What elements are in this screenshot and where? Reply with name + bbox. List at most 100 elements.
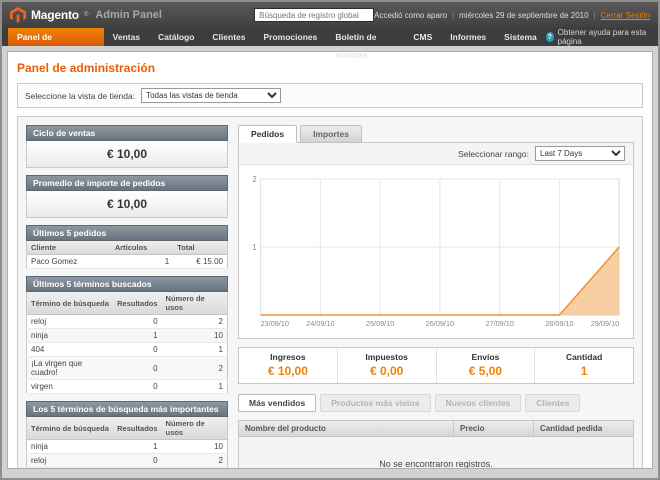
logout-link[interactable]: Cerrar Sesión (601, 11, 650, 20)
stat-label: Impuestos (338, 352, 436, 362)
content-panel: Panel de administración Seleccione la vi… (7, 51, 653, 469)
col-uses: Número de usos (162, 417, 228, 440)
nav-item-promociones[interactable]: Promociones (255, 28, 327, 46)
svg-text:1: 1 (252, 243, 256, 252)
lifetime-sales-panel: Ciclo de ventas € 10,00 (26, 125, 228, 168)
logged-in-as: Accedió como aparo (374, 11, 447, 20)
nav-item-dashboard[interactable]: Panel de administración (8, 28, 104, 46)
search-term: reloj (27, 454, 114, 468)
stat-value: € 0,00 (338, 364, 436, 378)
search-results: 0 (113, 315, 161, 329)
magento-logo: Magento® Admin Panel (10, 7, 254, 23)
store-view-label: Seleccione la vista de tienda: (25, 91, 135, 101)
admin-window: Magento® Admin Panel Accedió como aparo … (0, 0, 660, 480)
lifetime-sales-title: Ciclo de ventas (26, 125, 228, 141)
table-row[interactable]: ninja 1 10 (27, 329, 228, 343)
tab-importes[interactable]: Importes (300, 125, 362, 143)
search-results: 0 (113, 357, 161, 380)
col-articulos: Artículos (111, 241, 173, 255)
header-user-info: Accedió como aparo | miércoles 29 de sep… (374, 11, 650, 20)
nav-item-clientes[interactable]: Clientes (203, 28, 254, 46)
stat-label: Envíos (437, 352, 535, 362)
search-uses: 1 (162, 380, 228, 394)
table-row[interactable]: 404 0 1 (27, 343, 228, 357)
help-icon: ? (546, 32, 554, 42)
nav-item-boletin[interactable]: Boletín de noticias (326, 28, 404, 46)
last-orders-panel: Últimos 5 pedidos Cliente Artículos Tota… (26, 225, 228, 269)
tab-productos-mas-vistos[interactable]: Productos más vistos (320, 394, 430, 412)
tab-mas-vendidos[interactable]: Más vendidos (238, 394, 316, 412)
table-row[interactable]: reloj 0 2 (27, 315, 228, 329)
nav-item-sistema[interactable]: Sistema (495, 28, 546, 46)
col-total: Total (173, 241, 227, 255)
svg-text:2: 2 (252, 175, 256, 184)
col-results: Resultados (113, 417, 161, 440)
last-search-terms-table: Término de búsqueda Resultados Número de… (26, 292, 228, 394)
stat-label: Ingresos (239, 352, 337, 362)
svg-text:29/09/10: 29/09/10 (591, 319, 619, 328)
table-row[interactable]: reloj 0 2 (27, 454, 228, 468)
search-uses: 1 (162, 343, 228, 357)
search-term: ninja (27, 440, 114, 454)
header-separator: | (452, 11, 454, 20)
order-customer: Paco Gomez (27, 255, 111, 269)
search-term: ¡La virgen que cuadro! (27, 468, 114, 470)
nav-help: ? Obtener ayuda para esta página (546, 28, 658, 46)
search-term: virgen (27, 380, 114, 394)
table-row[interactable]: Paco Gomez 1 € 15.00 (27, 255, 228, 269)
search-results: 1 (113, 329, 161, 343)
nav-item-catalogo[interactable]: Catálogo (149, 28, 203, 46)
svg-text:28/09/10: 28/09/10 (545, 319, 573, 328)
table-row[interactable]: virgen 0 1 (27, 380, 228, 394)
average-orders-value: € 10,00 (26, 191, 228, 218)
search-term: 404 (27, 343, 114, 357)
chart-tabs: Pedidos Importes (238, 125, 634, 143)
get-help-link[interactable]: Obtener ayuda para esta página (558, 28, 648, 46)
col-price: Precio (453, 421, 533, 436)
last-orders-table: Cliente Artículos Total Paco Gomez 1 € 1… (26, 241, 228, 269)
nav-item-ventas[interactable]: Ventas (104, 28, 149, 46)
search-uses: 2 (162, 357, 228, 380)
col-term: Término de búsqueda (27, 292, 114, 315)
global-search-input[interactable] (254, 8, 374, 22)
search-term: ninja (27, 329, 114, 343)
table-header-row: Término de búsqueda Resultados Número de… (27, 292, 228, 315)
search-uses: 2 (162, 315, 228, 329)
order-items: 1 (111, 255, 173, 269)
search-results: 0 (113, 468, 161, 470)
range-select[interactable]: Last 7 Days (535, 146, 625, 161)
stat-value: € 10,00 (239, 364, 337, 378)
top-header: Magento® Admin Panel Accedió como aparo … (2, 2, 658, 28)
col-qty-ordered: Cantidad pedida (533, 421, 633, 436)
search-uses: 2 (162, 468, 228, 470)
chart-wrapper: 1223/09/1024/09/1025/09/1026/09/1027/09/… (239, 165, 633, 338)
nav-item-informes[interactable]: Informes (441, 28, 495, 46)
grid-tabs: Más vendidos Productos más vistos Nuevos… (238, 394, 634, 412)
tab-pedidos[interactable]: Pedidos (238, 125, 297, 143)
tab-clientes[interactable]: Clientes (525, 394, 580, 412)
store-view-switcher: Seleccione la vista de tienda: Todas las… (17, 83, 643, 108)
nav-item-cms[interactable]: CMS (404, 28, 441, 46)
table-row[interactable]: ninja 1 10 (27, 440, 228, 454)
svg-text:24/09/10: 24/09/10 (306, 319, 334, 328)
search-results: 0 (113, 454, 161, 468)
table-row[interactable]: ¡La virgen que cuadro! 0 2 (27, 357, 228, 380)
svg-text:25/09/10: 25/09/10 (366, 319, 394, 328)
brand-registered-mark: ® (84, 12, 88, 18)
col-results: Resultados (113, 292, 161, 315)
top-search-terms-panel: Los 5 términos de búsqueda más important… (26, 401, 228, 469)
brand-subtitle: Admin Panel (95, 9, 162, 21)
totals-row: Ingresos € 10,00 Impuestos € 0,00 Envíos… (238, 347, 634, 384)
table-header-row: Cliente Artículos Total (27, 241, 228, 255)
table-row[interactable]: ¡La virgen que cuadro! 0 2 (27, 468, 228, 470)
order-total: € 15.00 (173, 255, 227, 269)
store-view-select[interactable]: Todas las vistas de tienda (141, 88, 281, 103)
tab-nuevos-clientes[interactable]: Nuevos clientes (435, 394, 522, 412)
range-label: Seleccionar rango: (458, 149, 529, 159)
col-uses: Número de usos (162, 292, 228, 315)
search-term: reloj (27, 315, 114, 329)
search-uses: 2 (162, 454, 228, 468)
range-selector-row: Seleccionar rango: Last 7 Days (239, 143, 633, 165)
last-search-terms-title: Últimos 5 términos buscados (26, 276, 228, 292)
search-uses: 10 (162, 329, 228, 343)
